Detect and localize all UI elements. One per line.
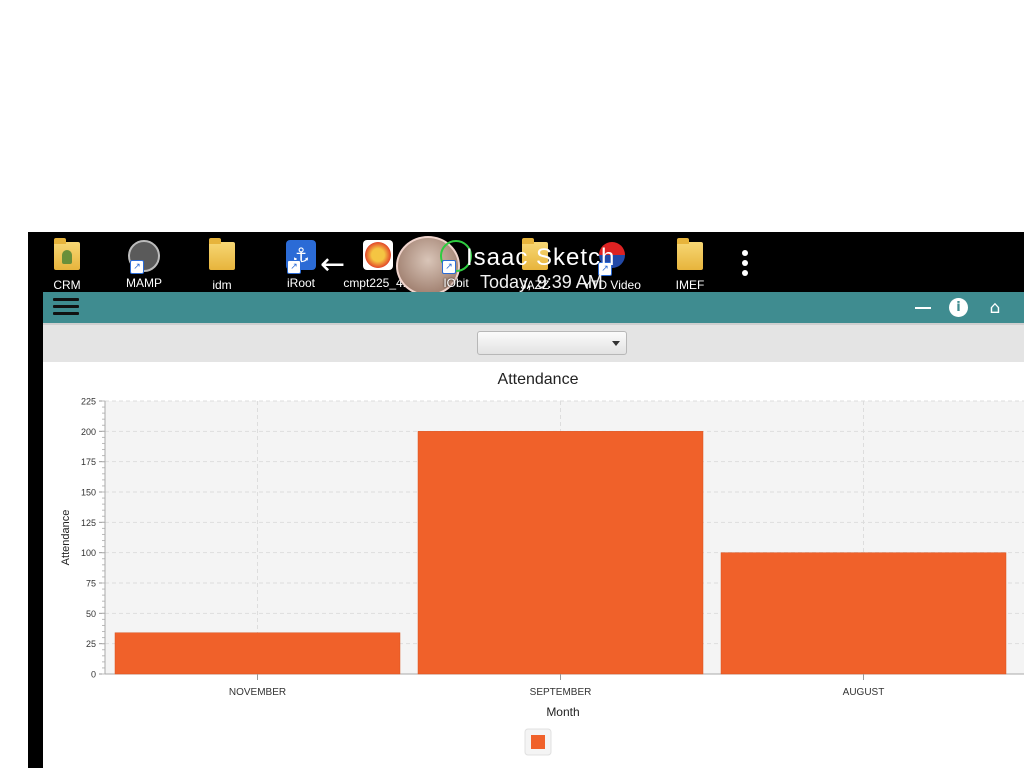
close-button[interactable]: ✕	[1019, 298, 1024, 318]
more-options-icon[interactable]	[740, 250, 750, 280]
home-button[interactable]: ⌂	[985, 298, 1005, 318]
minimize-button[interactable]	[913, 298, 933, 318]
y-tick-label: 25	[86, 639, 96, 649]
mamp-elephant-icon: ↗	[128, 240, 160, 274]
info-button[interactable]: i	[949, 298, 968, 317]
clock-time: Today, 9:39 AM	[480, 272, 603, 292]
legend-swatch	[531, 735, 545, 749]
user-name: Isaac Sketch	[466, 244, 616, 271]
desktop-icon-label: idm	[212, 278, 232, 292]
bar-november	[114, 632, 401, 675]
app-window: i ⌂ ✕ 0 25 50 75 100 125 150 175 200 225 NOVEMBER S…	[43, 292, 1024, 768]
chart-svg: 0 25 50 75 100 125 150 175 200 225 NOVEMBER SEPTEMB…	[60, 371, 1024, 756]
desktop-icon-crm[interactable]: CRM	[31, 238, 103, 292]
lockscreen-overlay: Isaac Sketch Today, 9:39 AM	[466, 244, 616, 292]
y-tick-label: 125	[81, 518, 96, 528]
bar-august	[720, 552, 1007, 675]
desktop-icon-label: CRM	[53, 278, 81, 292]
desktop-icon-label: IMEF	[675, 278, 705, 292]
chevron-down-icon	[612, 341, 620, 346]
y-axis-label: Attendance	[60, 510, 72, 566]
y-tick-label: 200	[81, 427, 96, 437]
attendance-chart: 0 25 50 75 100 125 150 175 200 225 NOVEMBER SEPTEMB…	[43, 362, 1024, 768]
y-tick-label: 50	[86, 609, 96, 619]
shortcut-app-icon	[362, 240, 394, 274]
y-tick-label: 175	[81, 457, 96, 467]
hamburger-menu-icon[interactable]	[53, 298, 79, 316]
x-tick-label: NOVEMBER	[229, 687, 286, 698]
month-combo-box[interactable]	[477, 331, 627, 355]
desktop-icon-mamp[interactable]: ↗ MAMP	[108, 238, 180, 290]
chart-title: Attendance	[498, 371, 579, 388]
y-tick-label: 0	[91, 670, 96, 680]
folder-user-icon	[51, 238, 83, 276]
folder-icon	[674, 238, 706, 276]
anchor-app-icon: ⚓ ↗	[285, 240, 317, 274]
y-tick-label: 150	[81, 488, 96, 498]
x-tick-label: SEPTEMBER	[530, 687, 592, 698]
desktop-icon-label: MAMP	[126, 276, 162, 290]
y-tick-label: 225	[81, 397, 96, 407]
toolbar	[43, 323, 1024, 363]
title-bar: i ⌂ ✕	[43, 292, 1024, 323]
x-axis-label: Month	[546, 705, 579, 719]
y-tick-label: 100	[81, 548, 96, 558]
desktop-icon-imef[interactable]: IMEF	[654, 238, 726, 292]
folder-icon	[206, 238, 238, 276]
bar-september	[417, 431, 704, 675]
x-tick-label: AUGUST	[843, 687, 885, 698]
desktop-icon-idm[interactable]: idm	[186, 238, 258, 292]
y-tick-label: 75	[86, 579, 96, 589]
